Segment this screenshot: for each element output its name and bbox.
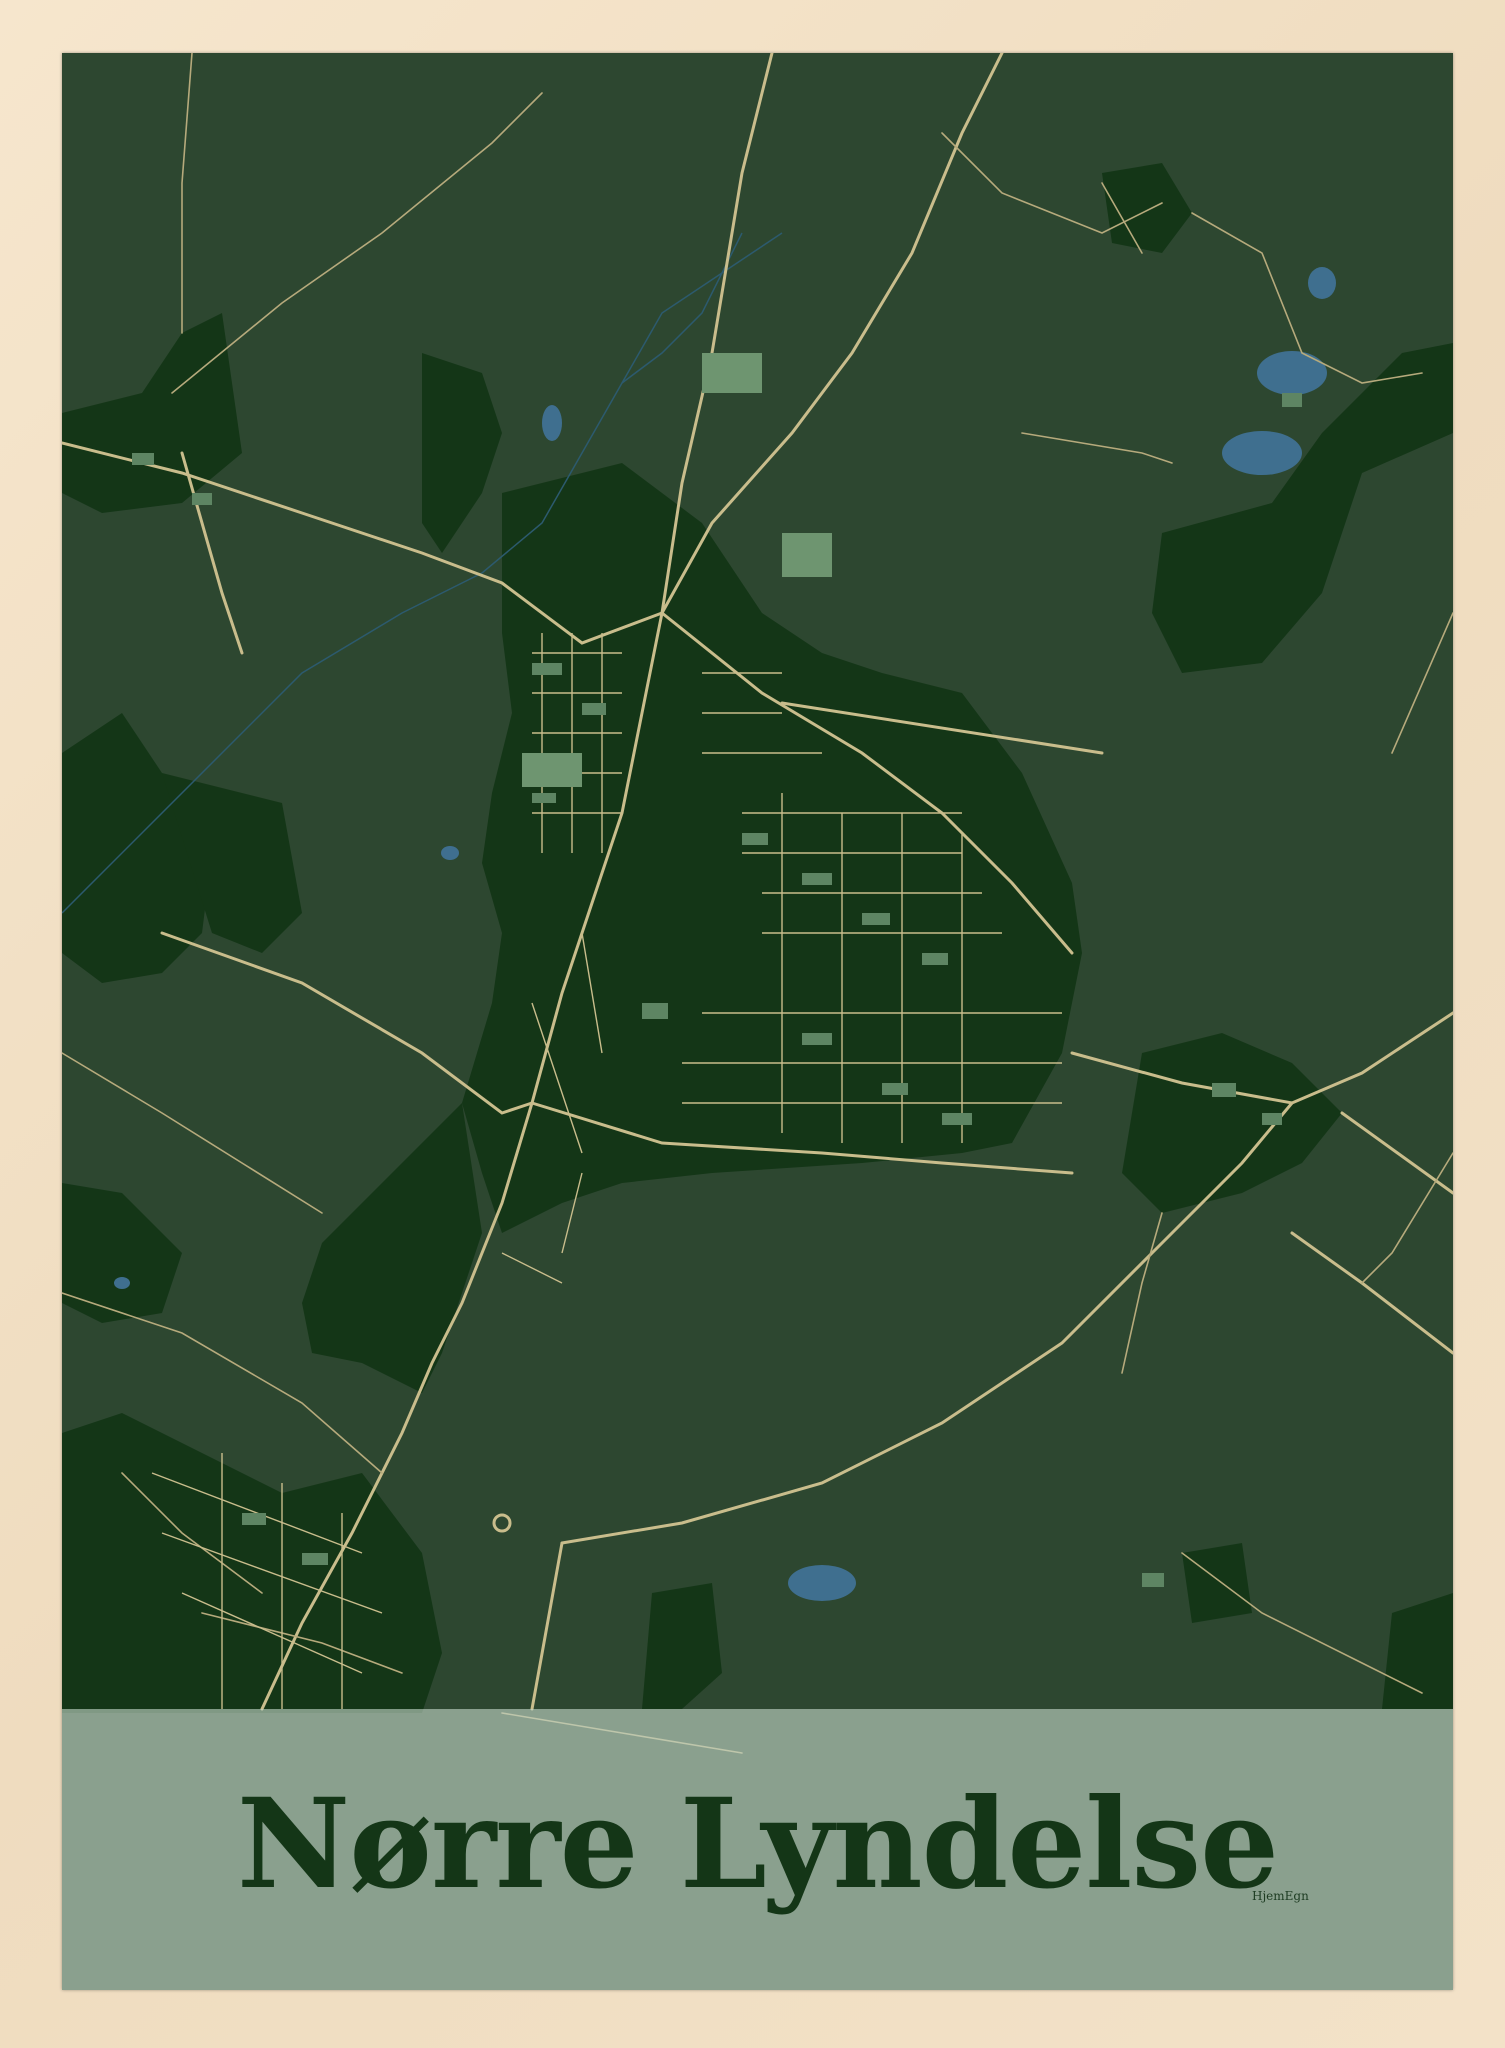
map-canvas bbox=[62, 53, 1453, 1990]
map-area: Nørre Lyndelse HjemEgn bbox=[62, 53, 1453, 1990]
brand-mark: HjemEgn bbox=[1252, 1889, 1309, 1903]
place-name-title: Nørre Lyndelse bbox=[236, 1772, 1279, 1917]
poster-frame: Nørre Lyndelse HjemEgn bbox=[0, 0, 1505, 2048]
